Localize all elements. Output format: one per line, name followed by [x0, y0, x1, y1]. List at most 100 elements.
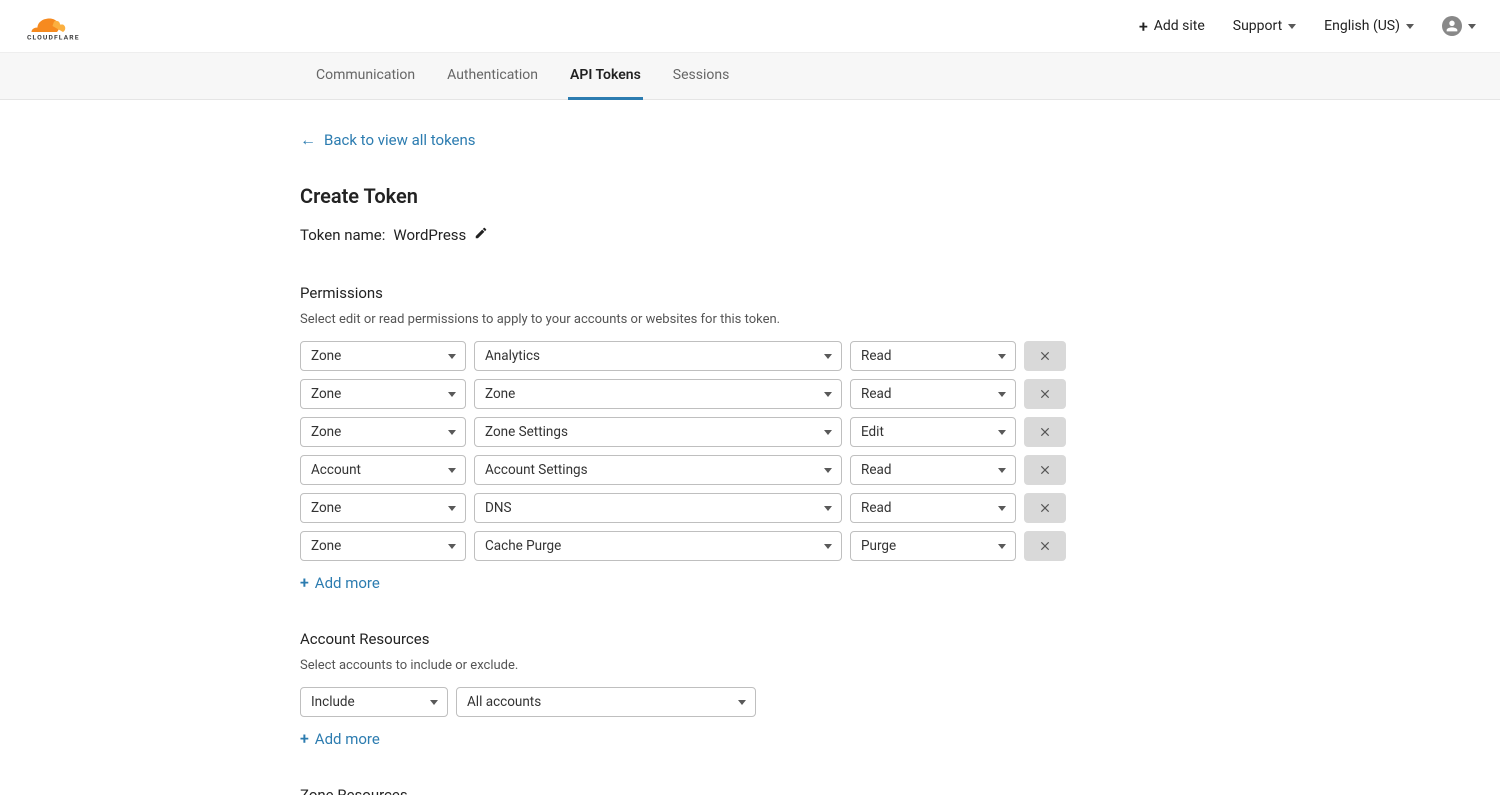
- permission-resource-select[interactable]: Zone: [474, 379, 842, 409]
- sub-nav: Communication Authentication API Tokens Ses…: [0, 53, 1500, 100]
- plus-icon: +: [1139, 17, 1148, 36]
- add-site-button[interactable]: + Add site: [1139, 17, 1205, 36]
- select-value: Account: [311, 462, 361, 478]
- permission-resource-select[interactable]: Analytics: [474, 341, 842, 371]
- svg-text:CLOUDFLARE: CLOUDFLARE: [27, 34, 80, 42]
- permission-resource-select[interactable]: Account Settings: [474, 455, 842, 485]
- delete-permission-button[interactable]: [1024, 493, 1066, 523]
- add-permission-button[interactable]: + Add more: [300, 573, 1070, 592]
- language-label: English (US): [1324, 18, 1400, 34]
- select-value: Analytics: [485, 348, 540, 364]
- chevron-down-icon: [998, 506, 1006, 511]
- select-value: Include: [311, 694, 355, 710]
- chevron-down-icon: [824, 506, 832, 511]
- select-value: All accounts: [467, 694, 541, 710]
- permission-scope-select[interactable]: Zone: [300, 531, 466, 561]
- permission-scope-select[interactable]: Account: [300, 455, 466, 485]
- permission-level-select[interactable]: Edit: [850, 417, 1016, 447]
- plus-icon: +: [300, 573, 309, 592]
- close-icon: [1038, 349, 1052, 363]
- chevron-down-icon: [824, 468, 832, 473]
- account-menu[interactable]: [1442, 16, 1476, 36]
- delete-permission-button[interactable]: [1024, 531, 1066, 561]
- permission-level-select[interactable]: Read: [850, 341, 1016, 371]
- page-title: Create Token: [300, 184, 1070, 208]
- select-value: Zone: [311, 424, 341, 440]
- permission-row: Zone Cache Purge Purge: [300, 531, 1070, 561]
- token-name-value: WordPress: [393, 226, 466, 244]
- select-value: Zone: [311, 386, 341, 402]
- account-value-select[interactable]: All accounts: [456, 687, 756, 717]
- avatar-icon: [1442, 16, 1462, 36]
- select-value: DNS: [485, 500, 512, 516]
- tab-authentication[interactable]: Authentication: [445, 53, 540, 100]
- permission-resource-select[interactable]: DNS: [474, 493, 842, 523]
- select-value: Zone: [311, 538, 341, 554]
- plus-icon: +: [300, 729, 309, 748]
- chevron-down-icon: [998, 392, 1006, 397]
- chevron-down-icon: [998, 468, 1006, 473]
- chevron-down-icon: [824, 392, 832, 397]
- select-value: Read: [861, 500, 891, 516]
- permission-scope-select[interactable]: Zone: [300, 417, 466, 447]
- account-resources-desc: Select accounts to include or exclude.: [300, 658, 1070, 673]
- chevron-down-icon: [448, 392, 456, 397]
- account-include-select[interactable]: Include: [300, 687, 448, 717]
- permission-level-select[interactable]: Read: [850, 379, 1016, 409]
- close-icon: [1038, 463, 1052, 477]
- back-link[interactable]: ← Back to view all tokens: [300, 130, 1070, 150]
- permission-level-select[interactable]: Purge: [850, 531, 1016, 561]
- support-menu[interactable]: Support: [1233, 18, 1296, 34]
- permission-row: Zone Analytics Read: [300, 341, 1070, 371]
- select-value: Read: [861, 462, 891, 478]
- chevron-down-icon: [738, 700, 746, 705]
- cloudflare-logo[interactable]: CLOUDFLARE: [24, 11, 120, 41]
- chevron-down-icon: [998, 430, 1006, 435]
- delete-permission-button[interactable]: [1024, 379, 1066, 409]
- permissions-heading: Permissions: [300, 284, 1070, 302]
- account-resources-heading: Account Resources: [300, 630, 1070, 648]
- permission-level-select[interactable]: Read: [850, 493, 1016, 523]
- permission-scope-select[interactable]: Zone: [300, 379, 466, 409]
- language-menu[interactable]: English (US): [1324, 18, 1414, 34]
- chevron-down-icon: [998, 354, 1006, 359]
- select-value: Purge: [861, 538, 896, 554]
- tab-communication[interactable]: Communication: [314, 53, 417, 100]
- chevron-down-icon: [824, 354, 832, 359]
- zone-resources-heading: Zone Resources: [300, 786, 1070, 795]
- chevron-down-icon: [1468, 24, 1476, 29]
- permission-scope-select[interactable]: Zone: [300, 341, 466, 371]
- permission-resource-select[interactable]: Cache Purge: [474, 531, 842, 561]
- add-account-resource-button[interactable]: + Add more: [300, 729, 1070, 748]
- select-value: Zone: [311, 500, 341, 516]
- token-name-label: Token name:: [300, 226, 385, 244]
- permission-row: Account Account Settings Read: [300, 455, 1070, 485]
- edit-token-name-button[interactable]: [474, 226, 488, 244]
- delete-permission-button[interactable]: [1024, 417, 1066, 447]
- chevron-down-icon: [1406, 24, 1414, 29]
- chevron-down-icon: [824, 430, 832, 435]
- permissions-desc: Select edit or read permissions to apply…: [300, 312, 1070, 327]
- select-value: Zone: [485, 386, 515, 402]
- delete-permission-button[interactable]: [1024, 455, 1066, 485]
- arrow-left-icon: ←: [300, 130, 316, 150]
- close-icon: [1038, 539, 1052, 553]
- close-icon: [1038, 387, 1052, 401]
- tab-sessions[interactable]: Sessions: [671, 53, 732, 100]
- permission-resource-select[interactable]: Zone Settings: [474, 417, 842, 447]
- delete-permission-button[interactable]: [1024, 341, 1066, 371]
- add-more-label: Add more: [315, 574, 380, 592]
- token-name-row: Token name: WordPress: [300, 226, 1070, 244]
- permission-level-select[interactable]: Read: [850, 455, 1016, 485]
- select-value: Account Settings: [485, 462, 588, 478]
- tab-api-tokens[interactable]: API Tokens: [568, 53, 643, 100]
- support-label: Support: [1233, 18, 1282, 34]
- chevron-down-icon: [448, 544, 456, 549]
- permission-row: Zone DNS Read: [300, 493, 1070, 523]
- back-link-label: Back to view all tokens: [324, 131, 476, 149]
- permission-scope-select[interactable]: Zone: [300, 493, 466, 523]
- close-icon: [1038, 501, 1052, 515]
- add-more-label: Add more: [315, 730, 380, 748]
- chevron-down-icon: [448, 430, 456, 435]
- add-site-label: Add site: [1154, 18, 1205, 34]
